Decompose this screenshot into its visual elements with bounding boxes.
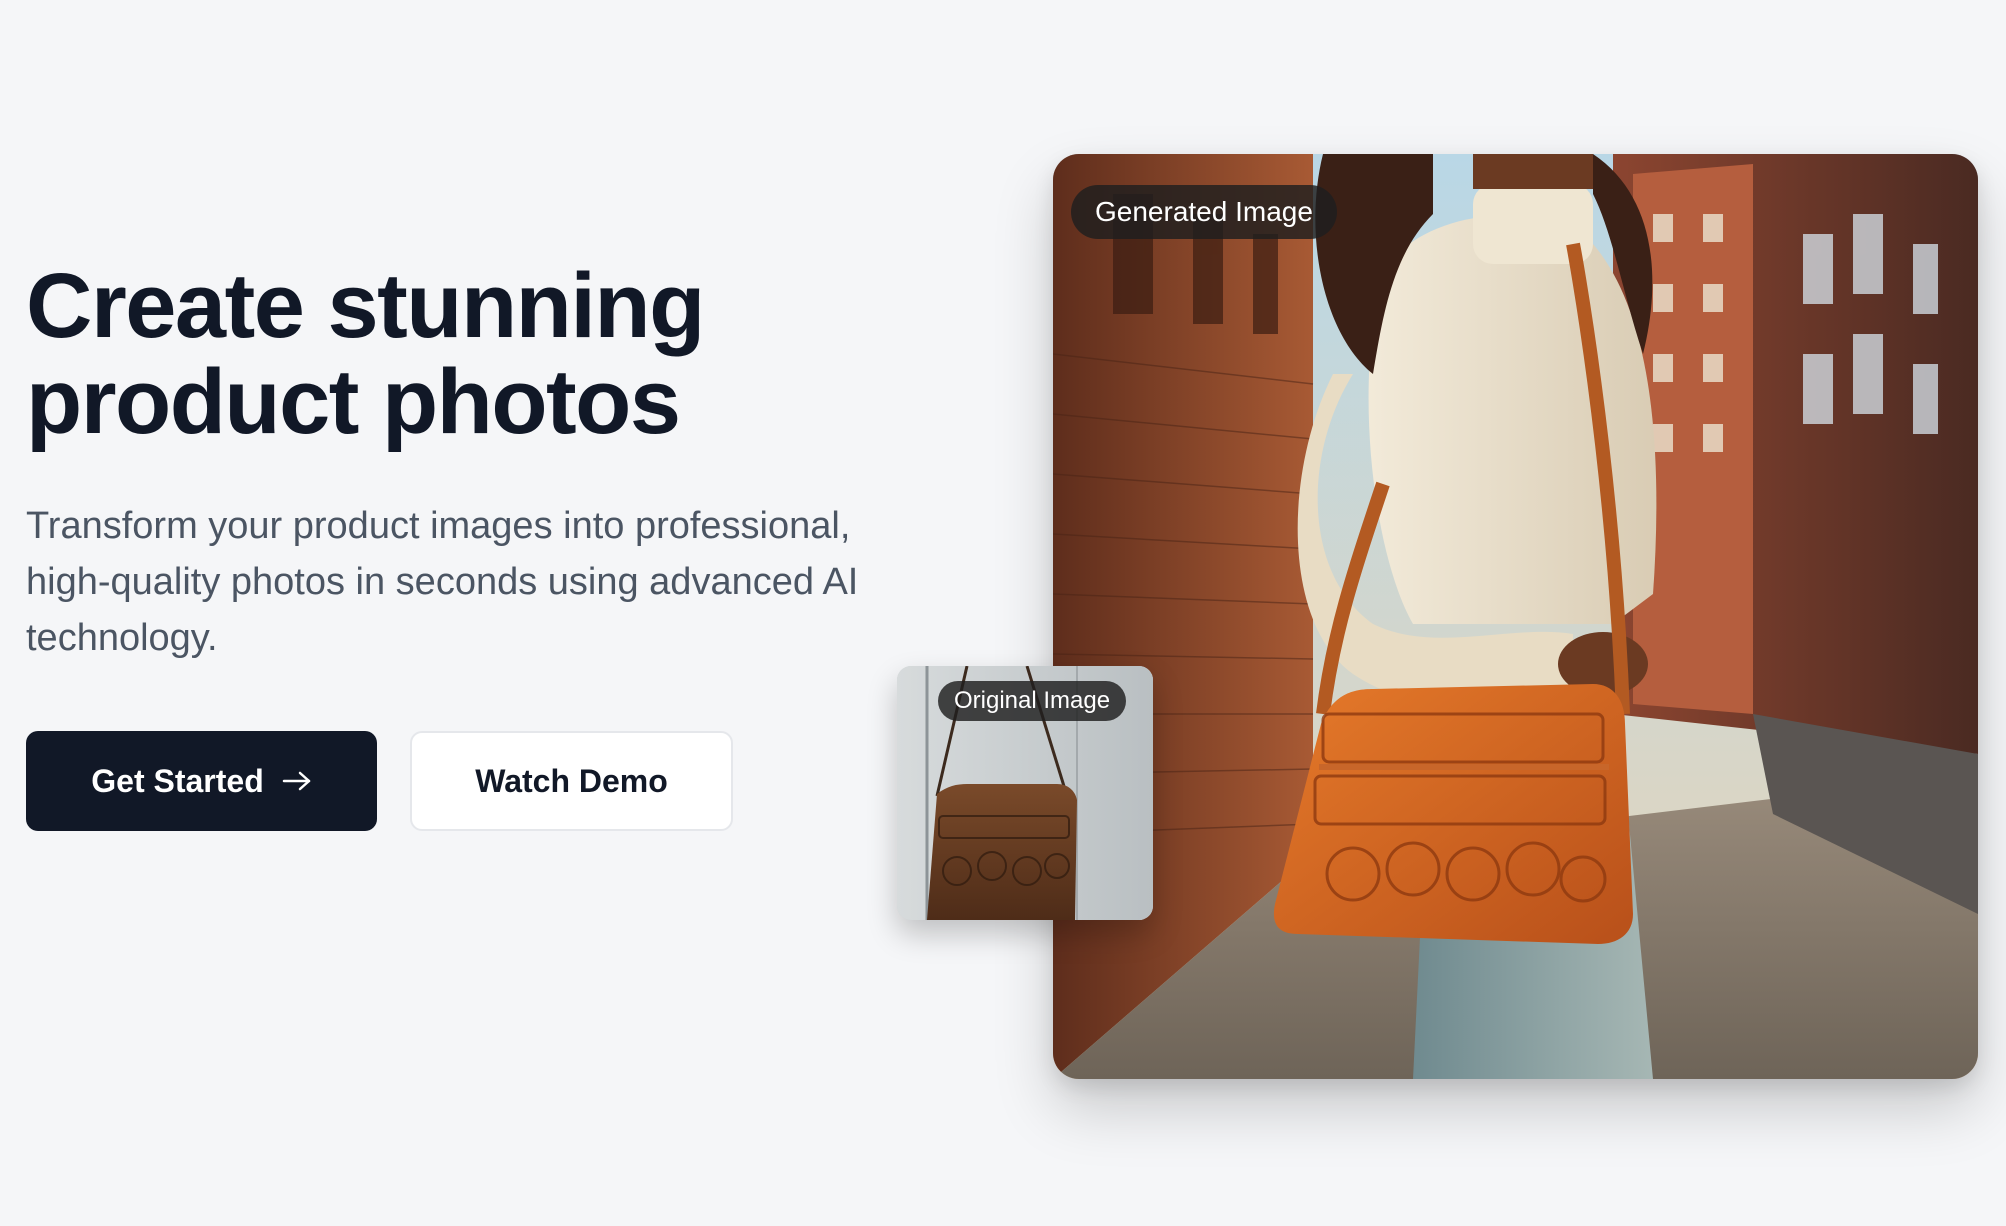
hero-subtext: Transform your product images into profe…: [26, 505, 859, 659]
original-image-label: Original Image: [938, 681, 1127, 721]
arrow-right-icon: [282, 770, 312, 792]
watch-demo-button[interactable]: Watch Demo: [410, 731, 733, 831]
hero-section: Create stunning product photos Transform…: [0, 0, 2006, 1226]
get-started-label: Get Started: [91, 762, 264, 799]
headline-line-1: Create stunning: [26, 255, 705, 357]
generated-image-label: Generated Image: [1071, 185, 1337, 239]
get-started-button[interactable]: Get Started: [26, 731, 377, 831]
hero-headline: Create stunning product photos: [26, 255, 705, 453]
headline-line-2: product photos: [26, 351, 681, 453]
generated-image: [1053, 154, 1978, 1079]
watch-demo-label: Watch Demo: [475, 762, 668, 799]
